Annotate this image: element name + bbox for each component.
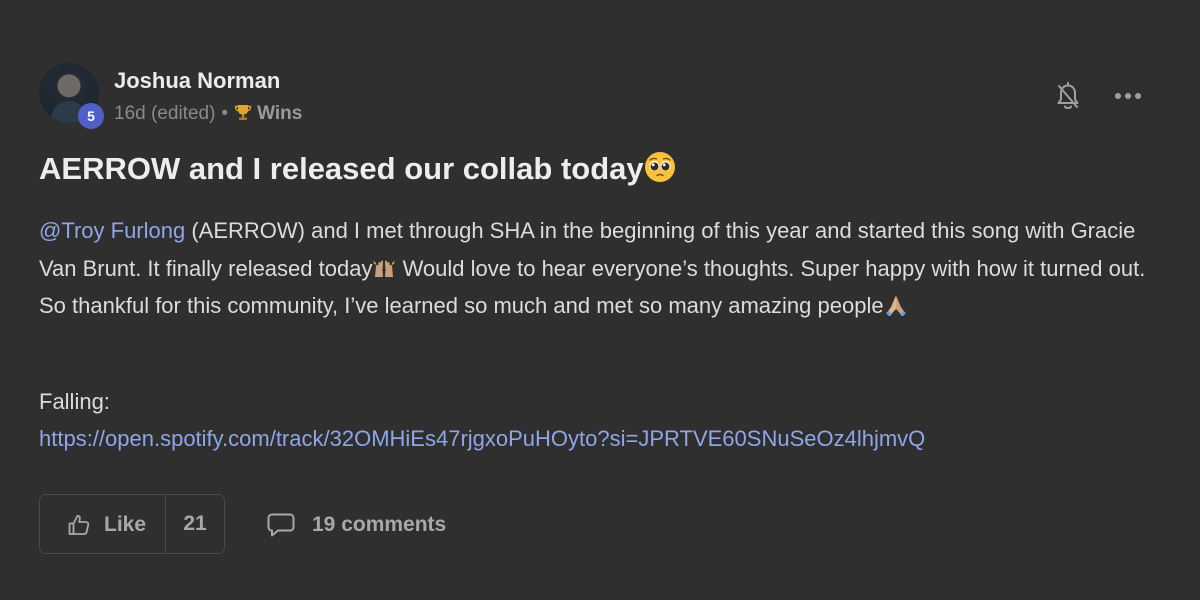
post-title-text: AERROW and I released our collab today <box>39 151 644 186</box>
spotify-link[interactable]: https://open.spotify.com/track/32OMHiEs4… <box>39 426 925 452</box>
level-badge: 5 <box>78 103 104 129</box>
bell-off-icon <box>1057 81 1079 109</box>
more-horizontal-icon <box>1115 93 1141 99</box>
author-avatar-container[interactable]: 5 <box>39 63 104 129</box>
user-mention-link[interactable]: @Troy Furlong <box>39 218 185 243</box>
like-count[interactable]: 21 <box>166 495 224 553</box>
post-card: 5 Joshua Norman 16d (edited) • Wins AERR… <box>0 0 1200 600</box>
category-label: Wins <box>257 103 303 124</box>
like-label: Like <box>104 513 147 536</box>
notification-toggle-button[interactable] <box>1054 81 1082 112</box>
comment-bubble-icon <box>267 513 295 537</box>
post-category[interactable]: Wins <box>234 103 302 124</box>
more-options-button[interactable] <box>1112 84 1144 108</box>
author-name[interactable]: Joshua Norman <box>114 68 280 94</box>
post-timestamp: 16d (edited) <box>114 103 216 124</box>
folded-hands-emoji <box>885 296 906 316</box>
post-body: @Troy Furlong (AERROW) and I met through… <box>39 212 1169 325</box>
raised-hands-emoji <box>373 260 396 277</box>
post-meta: 16d (edited) • Wins <box>114 103 302 125</box>
song-label: Falling: <box>39 389 110 414</box>
like-button[interactable]: Like <box>40 495 165 553</box>
thumbs-up-icon <box>68 514 90 535</box>
trophy-icon <box>234 105 252 120</box>
like-group: Like 21 <box>39 494 225 554</box>
post-title: AERROW and I released our collab today <box>39 151 676 187</box>
comments-count-label: 19 comments <box>312 513 447 536</box>
meta-separator: • <box>221 103 229 124</box>
pleading-face-emoji <box>644 152 675 182</box>
